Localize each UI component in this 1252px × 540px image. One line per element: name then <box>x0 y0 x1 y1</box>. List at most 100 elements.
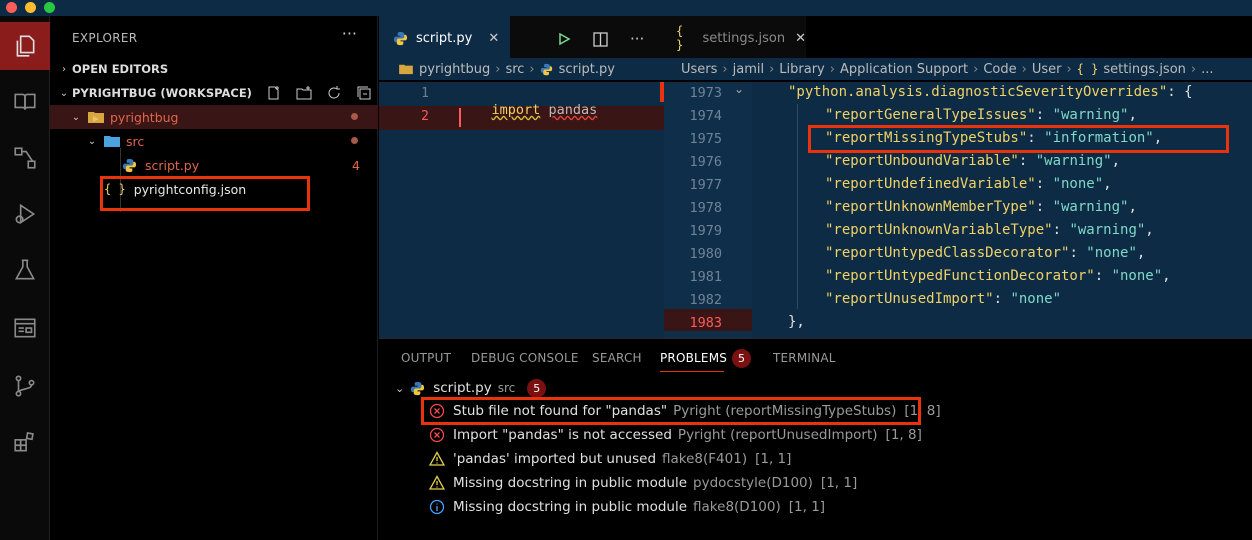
tab-terminal[interactable]: TERMINAL <box>773 351 836 365</box>
json-key: "reportUnknownMemberType" <box>825 199 1036 215</box>
line-number: 1 <box>421 86 429 101</box>
json-code-line: "reportUntypedFunctionDecorator": "none"… <box>825 268 1171 284</box>
breadcrumb-item[interactable]: Users <box>681 62 717 77</box>
python-icon <box>122 158 137 173</box>
line-number: 1979 <box>689 223 722 239</box>
fold-chevron-icon[interactable]: ⌄ <box>734 82 744 96</box>
minimize-window-button[interactable] <box>25 2 36 13</box>
more-actions-button[interactable]: ··· <box>630 30 644 48</box>
json-code-line: "reportUnboundVariable": "warning", <box>825 153 1120 169</box>
error-icon <box>429 427 445 443</box>
json-colon: : <box>1094 268 1112 284</box>
tab-output[interactable]: OUTPUT <box>401 351 451 365</box>
breadcrumb-item[interactable]: jamil <box>733 62 764 77</box>
split-editor-icon[interactable] <box>593 31 608 47</box>
tab-settings-json[interactable]: { } settings.json ✕ <box>664 16 806 60</box>
browser-activity[interactable] <box>0 304 50 352</box>
problem-row[interactable]: Missing docstring in public module flake8… <box>429 495 825 519</box>
testing-activity[interactable] <box>0 246 50 294</box>
problem-source: flake8(F401) <box>662 451 748 467</box>
json-code-line: "python.analysis.diagnosticSeverityOverr… <box>788 84 1193 100</box>
git-graph-activity[interactable] <box>0 134 50 182</box>
line-number: 1975 <box>689 131 722 147</box>
title-bar <box>0 0 1252 16</box>
folder-icon <box>88 110 104 124</box>
breadcrumb-item[interactable]: User <box>1032 62 1062 77</box>
close-tab-icon[interactable]: ✕ <box>488 31 499 46</box>
breadcrumb-right: Users › jamil › Library › Application Suppo… <box>664 58 1252 80</box>
tree-item-src[interactable]: ⌄ src <box>50 129 378 153</box>
left-code-editor[interactable]: 1 2 import pandas <box>379 82 664 338</box>
tab-search[interactable]: SEARCH <box>592 351 642 365</box>
json-code-line: "reportUndefinedVariable": "none", <box>825 176 1112 192</box>
git-graph-icon <box>14 147 36 169</box>
open-editors-section[interactable]: › OPEN EDITORS <box>50 57 378 81</box>
info-icon <box>429 499 445 515</box>
folder-icon <box>399 63 413 75</box>
breadcrumb-item[interactable]: pyrightbug <box>419 62 490 77</box>
highlight-box-setting <box>808 125 1229 153</box>
problem-row[interactable]: Missing docstring in public module pydocs… <box>428 471 858 495</box>
json-value: "none" <box>1052 176 1104 192</box>
chevron-down-icon: ⌄ <box>395 381 405 395</box>
breadcrumb-item[interactable]: src <box>505 62 524 77</box>
line-number: 1973 <box>689 85 722 101</box>
problems-file-dir: src <box>497 381 516 395</box>
tree-item-pyrightbug[interactable]: ⌄ pyrightbug <box>50 105 378 129</box>
explorer-more-button[interactable]: ··· <box>342 24 357 43</box>
tab-script-py[interactable]: script.py ✕ <box>379 16 510 60</box>
warning-icon <box>428 475 446 491</box>
json-colon: : <box>1035 107 1053 123</box>
maximize-window-button[interactable] <box>44 2 55 13</box>
editor-actions: ··· <box>557 30 644 48</box>
tab-problems[interactable]: PROBLEMS <box>660 351 727 365</box>
breadcrumb-item[interactable]: ... <box>1201 62 1213 77</box>
breadcrumb-item[interactable]: script.py <box>559 62 615 77</box>
breadcrumb-item[interactable]: Application Support <box>840 62 968 77</box>
breadcrumb-item[interactable]: Code <box>983 62 1016 77</box>
chevron-right-icon: › <box>62 63 66 75</box>
source-control-activity[interactable] <box>0 362 50 410</box>
run-icon[interactable] <box>557 32 571 46</box>
tab-debug-console[interactable]: DEBUG CONSOLE <box>471 351 579 365</box>
python-icon <box>540 63 553 76</box>
breadcrumb-item[interactable]: Library <box>779 62 824 77</box>
code-line: import pandas <box>459 86 598 134</box>
problem-message: Missing docstring in public module <box>453 499 688 515</box>
json-colon: : <box>1035 199 1053 215</box>
chevron-down-icon: ⌄ <box>87 135 97 147</box>
problem-row[interactable]: Import "pandas" is not accessed Pyright (… <box>429 423 922 447</box>
book-activity[interactable] <box>0 78 50 126</box>
new-folder-icon[interactable] <box>296 85 312 101</box>
close-tab-icon[interactable]: ✕ <box>795 31 806 46</box>
explorer-activity[interactable] <box>0 22 50 70</box>
highlight-box-config <box>100 176 310 211</box>
right-code-editor[interactable]: ⌄ 1973 "python.analysis.diagnosticSeverit… <box>664 82 1252 338</box>
new-file-icon[interactable] <box>266 85 282 101</box>
explorer-title: EXPLORER <box>72 31 138 45</box>
line-number: 1978 <box>689 200 722 216</box>
refresh-icon[interactable] <box>326 85 342 101</box>
line-number: 1981 <box>689 269 722 285</box>
json-key: "reportUntypedFunctionDecorator" <box>825 268 1095 284</box>
json-colon: : <box>1035 176 1053 192</box>
problem-position: [1, 1] <box>820 475 858 491</box>
breadcrumb-item[interactable]: settings.json <box>1103 62 1186 77</box>
json-code-line: "reportGeneralTypeIssues": "warning", <box>825 107 1137 123</box>
problem-source: flake8(D100) <box>693 499 781 515</box>
close-window-button[interactable] <box>6 2 17 13</box>
problem-row[interactable]: 'pandas' imported but unused flake8(F401)… <box>428 447 791 471</box>
extensions-activity[interactable] <box>0 418 50 466</box>
problem-position: [1, 8] <box>885 427 922 443</box>
tree-item-script-py[interactable]: script.py 4 <box>50 153 378 177</box>
collapse-all-icon[interactable] <box>356 85 372 101</box>
json-key: "reportUndefinedVariable" <box>825 176 1036 192</box>
json-code-line: "reportUnknownVariableType": "warning", <box>825 222 1154 238</box>
folder-icon <box>104 135 120 147</box>
line-number: 1983 <box>689 315 722 331</box>
json-value: "warning" <box>1052 199 1129 215</box>
book-icon <box>14 93 36 110</box>
workspace-section[interactable]: ⌄ PYRIGHTBUG (WORKSPACE) <box>50 81 378 105</box>
source-control-icon <box>15 375 35 397</box>
run-debug-activity[interactable] <box>0 190 50 238</box>
